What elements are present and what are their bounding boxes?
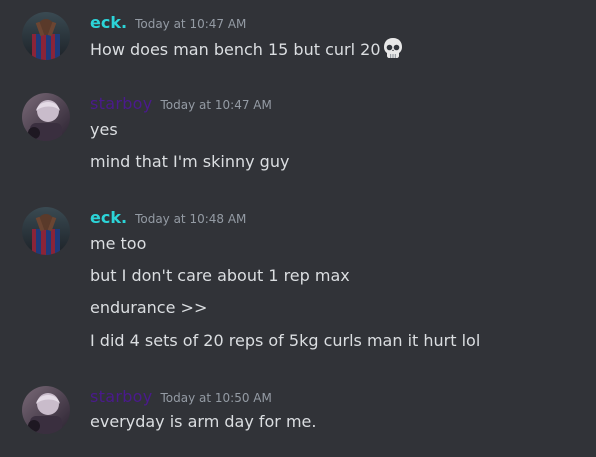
avatar[interactable] [22, 207, 70, 255]
avatar[interactable] [22, 12, 70, 60]
message-text: How does man bench 15 but curl 20 [90, 40, 381, 59]
skull-emoji [382, 37, 404, 65]
timestamp: Today at 10:47 AM [135, 17, 247, 31]
message-header: starboy Today at 10:50 AM [90, 386, 272, 410]
message-line: I did 4 sets of 20 reps of 5kg curls man… [90, 331, 481, 350]
message-header: eck. Today at 10:48 AM [90, 207, 246, 231]
message-line: yes [90, 120, 118, 139]
timestamp: Today at 10:47 AM [160, 98, 272, 112]
timestamp: Today at 10:50 AM [160, 391, 272, 405]
username[interactable]: starboy [90, 387, 153, 406]
message-line: everyday is arm day for me. [90, 412, 317, 431]
avatar[interactable] [22, 93, 70, 141]
username[interactable]: eck. [90, 13, 127, 32]
chat-message-list: eck. Today at 10:47 AM How does man bench… [0, 0, 596, 457]
timestamp: Today at 10:48 AM [135, 212, 247, 226]
message-line: mind that I'm skinny guy [90, 152, 290, 171]
avatar[interactable] [22, 386, 70, 434]
message-line: endurance >> [90, 298, 208, 317]
message-line: me too [90, 234, 147, 253]
username[interactable]: starboy [90, 94, 153, 113]
message-header: starboy Today at 10:47 AM [90, 93, 272, 117]
message-line: How does man bench 15 but curl 20 [90, 37, 404, 65]
username[interactable]: eck. [90, 208, 127, 227]
message-header: eck. Today at 10:47 AM [90, 12, 246, 36]
message-line: but I don't care about 1 rep max [90, 266, 350, 285]
